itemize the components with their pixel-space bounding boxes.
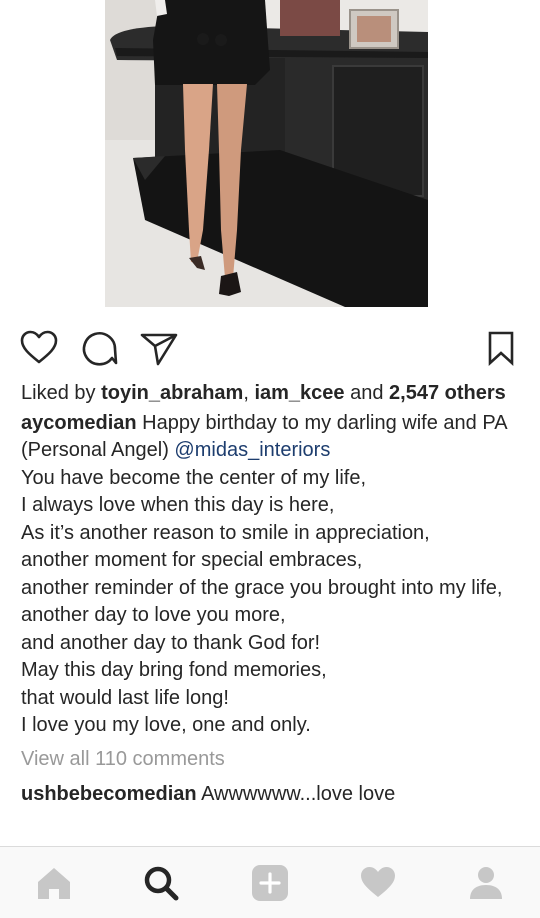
post-photo-image [105, 0, 428, 307]
comment-username[interactable]: ushbebecomedian [21, 783, 197, 805]
post-content: Liked by toyin_abraham, iam_kcee and 2,5… [21, 380, 526, 809]
caption-line: another day to love you more, [21, 604, 286, 626]
likes-count-link[interactable]: 2,547 others [389, 382, 506, 404]
caption-mention[interactable]: @midas_interiors [174, 439, 330, 461]
activity-heart-icon[interactable] [358, 863, 398, 903]
home-icon[interactable] [34, 863, 74, 903]
view-all-comments-link[interactable]: View all 110 comments [21, 746, 526, 774]
caption-line: another reminder of the grace you brough… [21, 576, 503, 599]
author-username[interactable]: aycomedian [21, 412, 137, 434]
caption-line: As it’s another reason to smile in appre… [21, 521, 430, 544]
caption-line: another moment for special embraces, [21, 549, 363, 571]
heart-icon[interactable] [19, 328, 59, 368]
likes-line: Liked by toyin_abraham, iam_kcee and 2,5… [21, 380, 526, 408]
caption-line: I always love when this day is here, [21, 494, 335, 516]
caption-line: You have become the center of my life, [21, 466, 367, 489]
send-icon[interactable] [139, 328, 179, 368]
post-action-bar [0, 322, 540, 372]
liked-by-label: Liked by [21, 382, 102, 404]
liked-user-link[interactable]: iam_kcee [254, 382, 344, 404]
post-caption: aycomedian Happy birthday to my darling … [21, 410, 526, 740]
comment-icon[interactable] [79, 328, 119, 368]
profile-icon[interactable] [466, 863, 506, 903]
comment-text: Awwwwww...love love [196, 783, 396, 805]
comment-row: ushbebecomedian Awwwwww...love love [21, 781, 526, 809]
add-post-icon[interactable] [250, 863, 290, 903]
caption-line: May this day bring fond memories, [21, 659, 327, 681]
caption-line: and another day to thank God for! [21, 631, 321, 654]
liked-and-label: and [344, 382, 390, 404]
caption-line: I love you my love, one and only. [21, 714, 311, 736]
bottom-nav-bar [0, 846, 540, 918]
liked-user-link[interactable]: toyin_abraham [101, 382, 243, 404]
post-photo[interactable] [105, 0, 428, 307]
bookmark-icon[interactable] [481, 328, 521, 368]
caption-line: that would last life long! [21, 686, 229, 709]
liked-separator: , [243, 382, 255, 404]
search-icon[interactable] [141, 863, 181, 903]
